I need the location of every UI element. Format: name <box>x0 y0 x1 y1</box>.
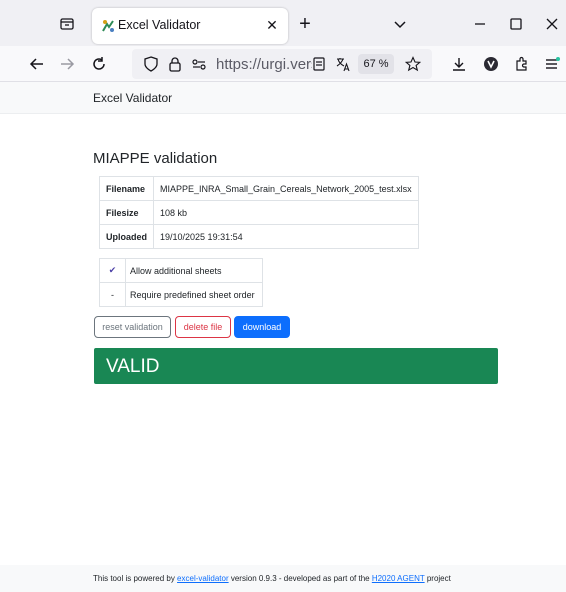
reset-validation-button[interactable]: reset validation <box>94 316 171 338</box>
footer-prefix: This tool is powered by <box>93 574 178 583</box>
file-info-key: Uploaded <box>98 224 155 249</box>
translate-icon[interactable] <box>332 53 354 75</box>
shield-icon[interactable] <box>140 53 162 75</box>
file-info-table: Filename MIAPPE_INRA_Small_Grain_Cereals… <box>98 176 419 249</box>
file-info-value: 19/10/2025 19:31:54 <box>153 224 419 249</box>
file-info-value: MIAPPE_INRA_Small_Grain_Cereals_Network_… <box>153 176 419 201</box>
table-row: Filesize 108 kb <box>98 200 419 225</box>
check-icon: ✔ <box>99 258 126 283</box>
table-row: Uploaded 19/10/2025 19:31:54 <box>98 224 419 249</box>
tab-list-icon[interactable] <box>52 12 82 36</box>
file-info-key: Filename <box>98 176 155 201</box>
footer-text: This tool is powered by excel-validator … <box>93 574 451 583</box>
forward-arrow-icon[interactable] <box>56 53 78 75</box>
minimize-icon[interactable] <box>470 14 490 34</box>
footer-suffix: project <box>424 574 451 583</box>
address-bar[interactable]: https://urgi.versailles.inrae.fr 67 % <box>132 49 432 79</box>
chevron-down-icon[interactable] <box>390 14 410 34</box>
browser-nav-bar: https://urgi.versailles.inrae.fr 67 % <box>0 46 566 82</box>
table-row: - Require predefined sheet order <box>99 282 263 307</box>
reader-view-icon[interactable] <box>308 53 330 75</box>
validation-status: VALID <box>106 356 160 377</box>
footer-middle: version 0.9.3 - developed as part of the <box>228 574 372 583</box>
dash-icon: - <box>99 282 126 307</box>
app-name[interactable]: Excel Validator <box>93 91 172 105</box>
new-tab-button[interactable]: + <box>292 12 318 38</box>
table-row: Filename MIAPPE_INRA_Small_Grain_Cereals… <box>98 176 419 201</box>
menu-icon[interactable] <box>541 53 563 75</box>
page-title: MIAPPE validation <box>93 150 218 167</box>
h2020-agent-link[interactable]: H2020 AGENT <box>372 574 425 583</box>
option-label: Allow additional sheets <box>125 258 263 283</box>
app-header: Excel Validator <box>0 82 566 114</box>
excel-validator-link[interactable]: excel-validator <box>177 574 229 583</box>
download-icon[interactable] <box>448 53 470 75</box>
file-info-key: Filesize <box>98 200 155 225</box>
file-info-value: 108 kb <box>153 200 419 225</box>
extensions-icon[interactable] <box>511 53 533 75</box>
star-icon[interactable] <box>402 53 424 75</box>
url-text[interactable]: https://urgi.versailles.inrae.fr <box>216 56 312 73</box>
permissions-icon[interactable] <box>188 53 210 75</box>
window-close-icon[interactable] <box>542 14 562 34</box>
validation-status-banner: VALID <box>94 348 498 384</box>
download-button[interactable]: download <box>234 316 290 338</box>
profile-icon[interactable] <box>480 53 502 75</box>
page-footer: This tool is powered by excel-validator … <box>0 565 566 592</box>
table-row: ✔ Allow additional sheets <box>99 258 263 283</box>
maximize-icon[interactable] <box>506 14 526 34</box>
lock-icon[interactable] <box>164 53 186 75</box>
back-arrow-icon[interactable] <box>26 53 48 75</box>
validation-options-table: ✔ Allow additional sheets - Require pred… <box>99 258 263 307</box>
option-label: Require predefined sheet order <box>125 282 263 307</box>
delete-file-button[interactable]: delete file <box>175 316 231 338</box>
tab-title: Excel Validator <box>118 18 201 32</box>
browser-tab-bar: Excel Validator ✕ + <box>0 0 566 46</box>
reload-icon[interactable] <box>88 53 110 75</box>
zoom-level-badge[interactable]: 67 % <box>358 54 394 74</box>
browser-tab[interactable]: Excel Validator ✕ <box>92 8 288 44</box>
tab-close-icon[interactable]: ✕ <box>262 15 282 35</box>
excel-validator-favicon <box>100 18 116 34</box>
